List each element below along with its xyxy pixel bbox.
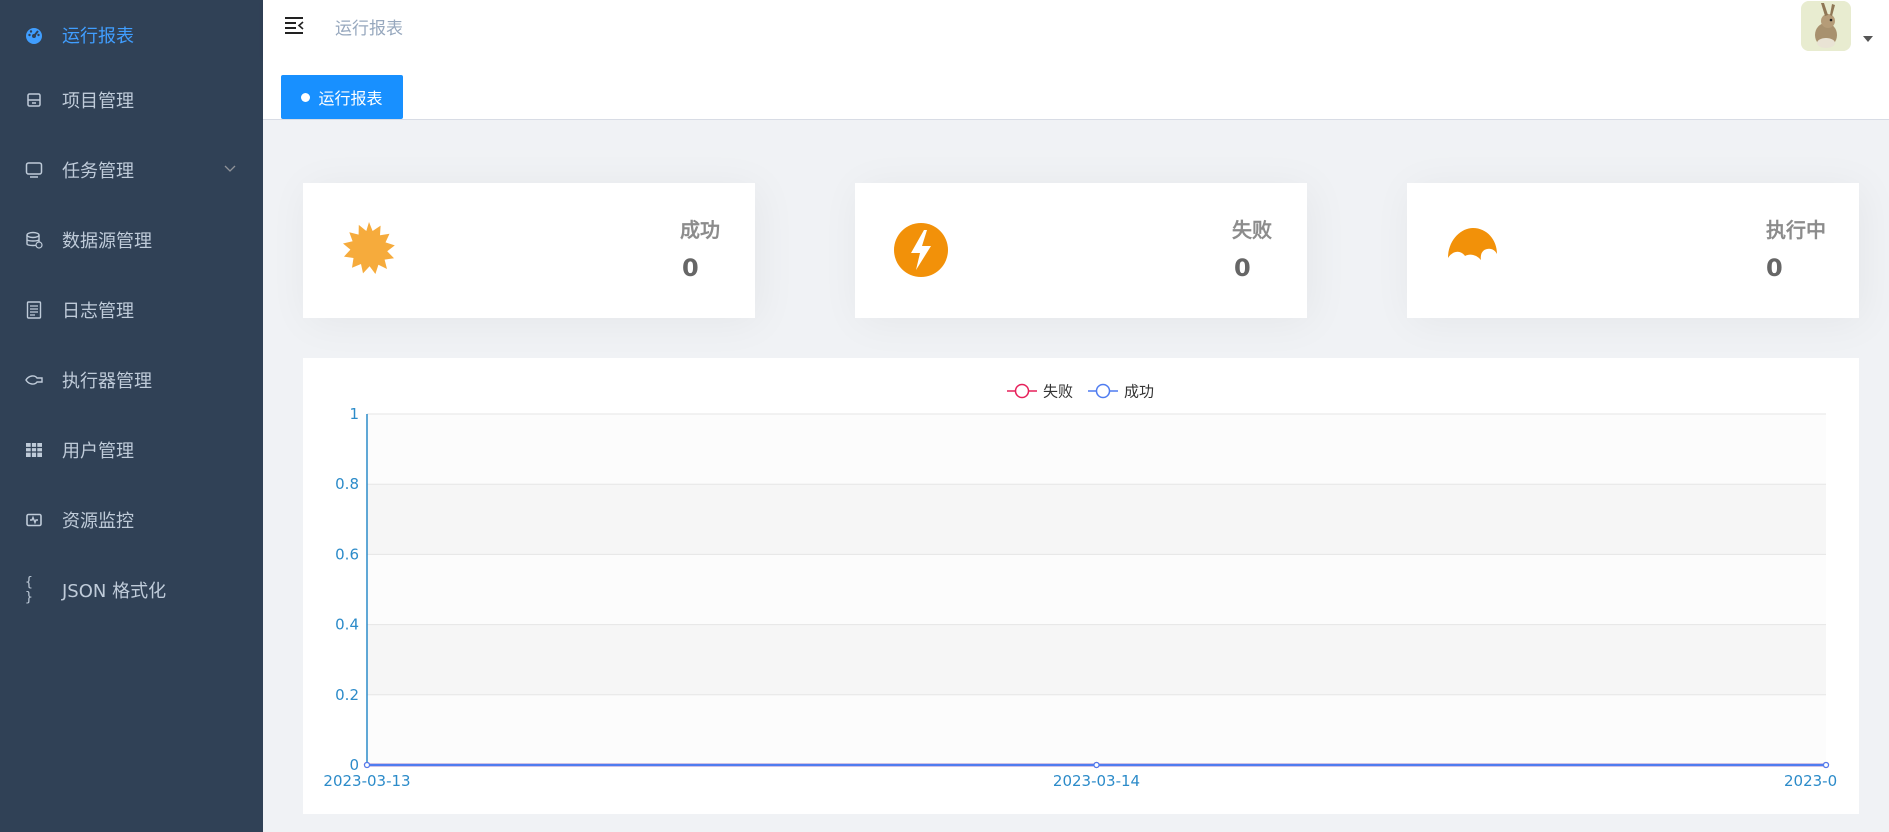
sidebar-item-label: JSON 格式化 <box>62 581 167 602</box>
y-tick-label: 0.4 <box>335 616 359 634</box>
chart-band <box>367 694 1826 765</box>
sidebar-item-monitor[interactable]: 资源监控 <box>0 485 263 555</box>
caret-down-icon[interactable] <box>1863 36 1873 42</box>
monitor-icon <box>25 511 43 529</box>
avatar-rabbit-icon <box>1801 1 1851 51</box>
sidebar-item-label: 用户管理 <box>62 441 134 462</box>
dashboard-icon <box>25 26 43 44</box>
sidebar-item-executor[interactable]: 执行器管理 <box>0 345 263 415</box>
sidebar-item-report[interactable]: 运行报表 <box>0 0 263 70</box>
hamburger-icon[interactable] <box>283 14 305 36</box>
stat-card-running: 执行中 0 <box>1407 183 1859 318</box>
chart-band <box>367 414 1826 485</box>
legend-label: 成功 <box>1124 383 1154 401</box>
chart-band <box>367 484 1826 555</box>
active-dot-icon <box>301 92 311 102</box>
tags-view: 运行报表 <box>263 58 1889 120</box>
y-tick-label: 1 <box>349 405 359 423</box>
stat-label: 成功 <box>680 218 720 242</box>
log-icon <box>25 301 43 319</box>
data-point <box>1093 761 1100 769</box>
database-icon <box>25 231 43 249</box>
avatar[interactable] <box>1801 1 1851 51</box>
stat-card-fail: 失败 0 <box>855 183 1307 318</box>
stat-value: 0 <box>682 254 699 282</box>
legend-marker <box>1014 383 1030 399</box>
sidebar-item-user[interactable]: 用户管理 <box>0 415 263 485</box>
chart-band <box>367 554 1826 625</box>
stat-value: 0 <box>1234 254 1251 282</box>
sidebar-item-label: 数据源管理 <box>62 231 152 252</box>
braces-icon: { } <box>25 575 33 605</box>
sidebar-item-log[interactable]: 日志管理 <box>0 275 263 345</box>
sidebar-item-datasource[interactable]: 数据源管理 <box>0 205 263 275</box>
run-chart: 00.20.40.60.812023-03-13 2023-03-14 2023-0… <box>323 383 1837 791</box>
navbar: 运行报表 <box>263 0 1889 58</box>
sidebar-item-label: 日志管理 <box>62 301 134 322</box>
stat-label: 失败 <box>1232 218 1272 242</box>
tag-label: 运行报表 <box>318 89 383 108</box>
sidebar-item-label: 资源监控 <box>62 511 134 532</box>
task-icon <box>25 161 43 179</box>
chevron-down-icon <box>224 165 236 172</box>
legend-marker <box>1095 383 1111 399</box>
project-icon <box>25 91 43 109</box>
sidebar-item-label: 执行器管理 <box>62 371 152 392</box>
sidebar-item-label: 项目管理 <box>62 91 134 112</box>
stat-label: 执行中 <box>1766 218 1826 242</box>
chart-band <box>367 624 1826 695</box>
sun-icon <box>343 222 395 274</box>
x-tick-label: 2023-03-14 <box>1053 772 1140 790</box>
run-chart-panel: 0 0.2 0.4 0.6 0.8 1 2023-03-13 2023-03-14 2023-0… <box>303 358 1859 814</box>
sidebar-item-label: 任务管理 <box>62 161 134 182</box>
x-tick-label: 2023-0 <box>1784 772 1837 790</box>
sidebar-item-json-format[interactable]: { } JSON 格式化 <box>0 555 263 625</box>
tag-report[interactable]: 运行报表 <box>281 75 403 119</box>
lightning-icon <box>894 223 948 277</box>
sidebar: 运行报表 项目管理 任务管理 数据源管理 日志管理 执行器管理 用户管理 资源监… <box>0 0 263 832</box>
sidebar-item-project[interactable]: 项目管理 <box>0 65 263 135</box>
data-point <box>1822 761 1830 769</box>
y-tick-label: 0.2 <box>335 686 359 704</box>
sidebar-item-task[interactable]: 任务管理 <box>0 135 263 205</box>
stat-value: 0 <box>1766 254 1783 282</box>
moon-icon <box>1448 228 1497 260</box>
legend-label: 失败 <box>1043 383 1073 401</box>
executor-icon <box>25 371 43 389</box>
x-tick-label: 2023-03-13 <box>323 772 410 790</box>
data-point <box>363 761 371 769</box>
y-tick-label: 0.8 <box>335 475 359 493</box>
breadcrumb: 运行报表 <box>335 19 403 39</box>
stat-card-success: 成功 0 <box>303 183 755 318</box>
user-table-icon <box>25 441 43 459</box>
sidebar-item-label: 运行报表 <box>62 26 134 47</box>
y-tick-label: 0.6 <box>335 545 359 563</box>
